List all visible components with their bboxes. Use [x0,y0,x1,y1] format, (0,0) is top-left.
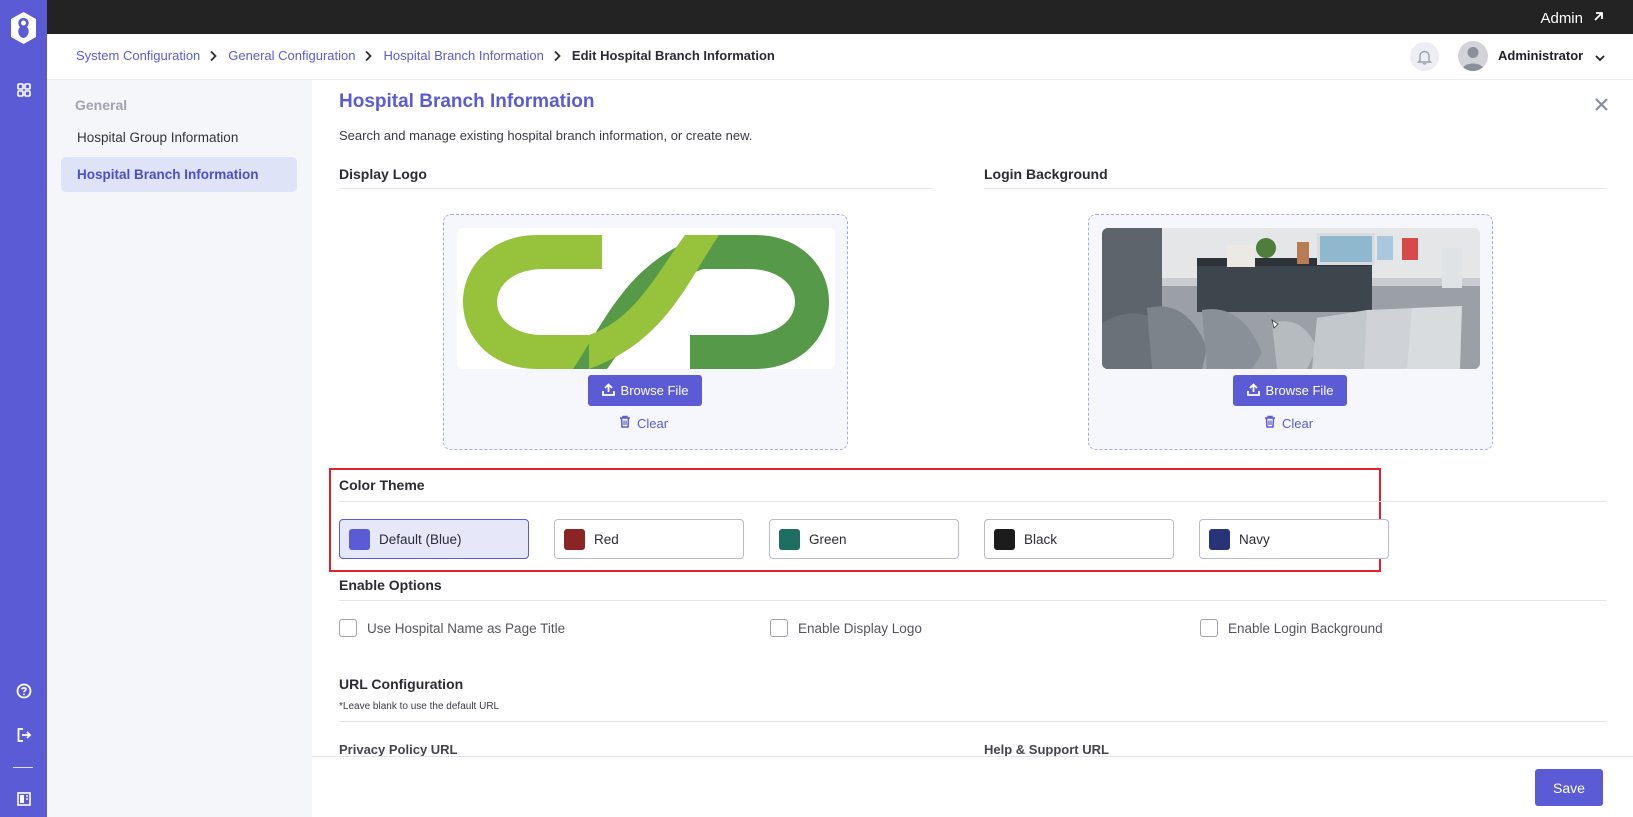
divider [984,188,1606,189]
breadcrumb-hospital-branch-information[interactable]: Hospital Branch Information [383,48,543,63]
upload-icon [1246,382,1260,399]
admin-link[interactable]: Admin [1540,10,1583,27]
theme-option-default-blue[interactable]: Default (Blue) [339,519,529,559]
breadcrumb-system-configuration[interactable]: System Configuration [76,48,200,63]
divider [339,721,1606,722]
user-name[interactable]: Administrator [1498,48,1583,63]
page-title: Hospital Branch Information [339,91,595,112]
breadcrumb-general-configuration[interactable]: General Configuration [228,48,355,63]
theme-option-green[interactable]: Green [769,519,959,559]
browse-label: Browse File [1265,383,1334,398]
sidebar-section-title: General [75,97,128,113]
checkbox-label: Use Hospital Name as Page Title [367,620,566,636]
trash-icon [619,415,631,431]
login-background-upload: Browse File Clear [1088,214,1493,450]
breadcrumb-current: Edit Hospital Branch Information [571,48,775,63]
color-swatch [779,528,800,550]
external-link-icon[interactable] [1591,10,1605,24]
logout-icon[interactable] [13,724,35,746]
display-logo-preview [457,228,835,369]
theme-option-red[interactable]: Red [554,519,744,559]
app: Admin System Configuration General Confi… [0,0,1633,817]
use-hospital-name-checkbox[interactable]: Use Hospital Name as Page Title [339,619,565,637]
settings-sidebar: General Hospital Group Information Hospi… [47,80,312,817]
page-subtitle: Search and manage existing hospital bran… [339,128,753,143]
sidebar-item-hospital-branch-information[interactable]: Hospital Branch Information [61,157,297,192]
bell-icon[interactable] [1410,42,1439,71]
enable-login-background-checkbox[interactable]: Enable Login Background [1200,619,1383,637]
enable-options-heading: Enable Options [339,577,442,593]
checkbox-label: Enable Display Logo [798,620,922,636]
user-avatar-icon[interactable] [1458,41,1488,71]
left-rail [0,0,47,817]
footer-bar: Save [312,756,1633,817]
color-swatch [349,528,370,550]
rail-divider [13,767,33,768]
enable-display-logo-checkbox[interactable]: Enable Display Logo [770,619,922,637]
theme-label: Navy [1239,531,1270,547]
color-theme-heading: Color Theme [339,477,425,493]
theme-label: Red [594,531,619,547]
main-content: Hospital Branch Information Search and m… [312,80,1633,817]
display-logo-heading: Display Logo [339,166,427,182]
header: System Configuration General Configurati… [47,34,1633,80]
privacy-policy-url-label: Privacy Policy URL [339,742,458,757]
sidebar-item-hospital-group-information[interactable]: Hospital Group Information [61,120,297,155]
save-button[interactable]: Save [1535,769,1603,806]
help-support-url-label: Help & Support URL [984,742,1109,757]
color-swatch [994,528,1015,550]
login-background-preview [1102,228,1480,369]
chevron-down-icon[interactable] [1594,50,1606,62]
display-logo-upload: Browse File Clear [443,214,848,450]
display-logo-browse-button[interactable]: Browse File [588,375,702,406]
help-icon[interactable] [13,680,35,702]
upload-icon [601,382,615,399]
checkbox[interactable] [339,619,357,637]
app-logo-icon[interactable] [8,10,39,46]
clear-label: Clear [637,415,669,431]
trash-icon [1264,415,1276,431]
color-swatch [564,528,585,550]
close-icon[interactable] [1594,97,1609,112]
top-bar: Admin [47,0,1633,34]
chevron-right-icon [553,50,561,62]
theme-option-navy[interactable]: Navy [1199,519,1389,559]
theme-label: Green [809,531,847,547]
login-background-clear-button[interactable]: Clear [1264,415,1313,431]
theme-label: Black [1024,531,1058,547]
login-background-browse-button[interactable]: Browse File [1233,375,1347,406]
divider [339,188,933,189]
url-note: *Leave blank to use the default URL [339,701,500,712]
browse-label: Browse File [620,383,689,398]
clear-label: Clear [1282,415,1314,431]
breadcrumb: System Configuration General Configurati… [76,48,775,63]
panel-icon[interactable] [13,788,35,810]
checkbox-label: Enable Login Background [1228,620,1383,636]
grid-icon[interactable] [13,79,35,101]
checkbox[interactable] [770,619,788,637]
display-logo-clear-button[interactable]: Clear [619,415,668,431]
theme-label: Default (Blue) [379,531,462,547]
color-swatch [1209,528,1230,550]
theme-option-black[interactable]: Black [984,519,1174,559]
divider [339,501,1606,502]
chevron-right-icon [364,50,373,62]
login-background-heading: Login Background [984,166,1108,182]
checkbox[interactable] [1200,619,1218,637]
divider [339,600,1606,601]
url-configuration-heading: URL Configuration [339,676,464,692]
chevron-right-icon [209,50,218,62]
